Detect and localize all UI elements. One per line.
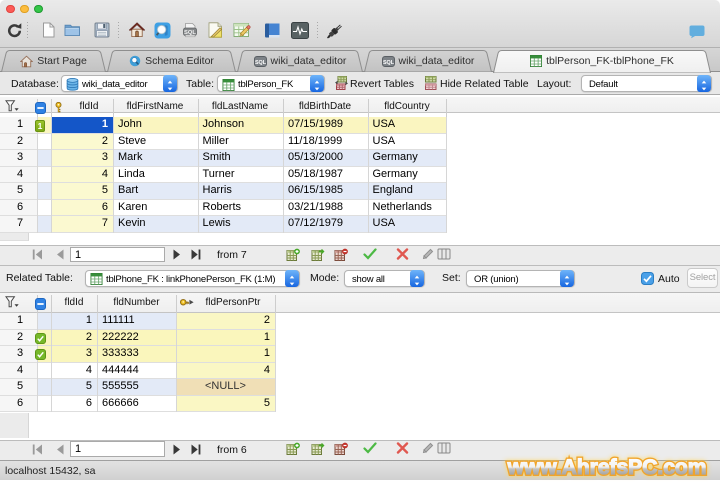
svg-text:SQL: SQL bbox=[383, 59, 395, 65]
svg-text:SQL: SQL bbox=[184, 30, 196, 36]
svg-text:www.AhrefsPC.com: www.AhrefsPC.com bbox=[507, 456, 707, 479]
svg-text:SQL: SQL bbox=[255, 59, 267, 65]
